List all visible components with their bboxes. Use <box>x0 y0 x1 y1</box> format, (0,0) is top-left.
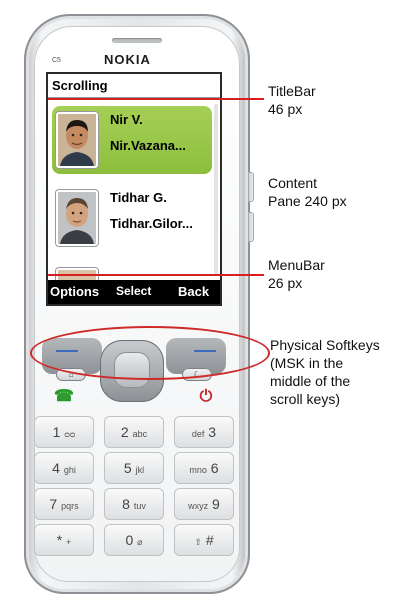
screen-title: Scrolling <box>52 78 108 93</box>
menubar-annotation-line <box>48 274 264 276</box>
contact-email: Tidhar.Gilor... <box>110 216 193 231</box>
key-1[interactable]: 1 ᴑᴑ <box>34 416 94 448</box>
scrollbar[interactable] <box>214 104 218 274</box>
key-hash[interactable]: ⇧ # <box>174 524 234 556</box>
title-bar: Scrolling <box>48 74 220 98</box>
key-7[interactable]: 7 pqrs <box>34 488 94 520</box>
side-key[interactable] <box>248 212 254 242</box>
key-8[interactable]: 8 tuv <box>104 488 164 520</box>
end-call-key[interactable]: ⏻ <box>188 386 224 408</box>
contact-email: Nir.Vazana... <box>110 138 186 153</box>
key-2[interactable]: 2 abc <box>104 416 164 448</box>
menu-bar: Options Select Back <box>48 280 220 304</box>
brand-logo: NOKIA <box>104 52 151 67</box>
softkeys-annotation: Physical Softkeys (MSK in the middle of … <box>270 337 380 407</box>
key-star[interactable]: * + <box>34 524 94 556</box>
avatar <box>56 190 98 246</box>
key-0[interactable]: 0 ⌀ <box>104 524 164 556</box>
contact-name: Nir V. <box>110 112 143 127</box>
contact-name: Tidhar G. <box>110 190 167 205</box>
call-key[interactable]: ☎ <box>46 386 82 408</box>
key-6[interactable]: mno 6 <box>174 452 234 484</box>
key-5[interactable]: 5 jkl <box>104 452 164 484</box>
volume-key[interactable] <box>248 172 254 202</box>
earpiece-speaker <box>112 38 162 43</box>
softkeys-highlight-ellipse <box>30 326 270 380</box>
key-9[interactable]: wxyz 9 <box>174 488 234 520</box>
end-call-icon: ⏻ <box>199 388 213 405</box>
call-icon: ☎ <box>54 388 74 405</box>
model-label: C5 <box>52 57 61 64</box>
key-4[interactable]: 4 ghi <box>34 452 94 484</box>
contact-list-item[interactable]: Tidhar G. Tidhar.Gilor... <box>52 184 212 252</box>
content-annotation: Content Pane 240 px <box>268 175 347 209</box>
softkey-back[interactable]: Back <box>178 284 209 299</box>
softkey-options[interactable]: Options <box>50 284 99 299</box>
content-pane[interactable]: Nir V. Nir.Vazana... Tidhar G. Tidhar.Gi… <box>48 98 220 280</box>
titlebar-annotation: TitleBar 46 px <box>268 83 316 117</box>
contact-list-item[interactable]: Nir V. Nir.Vazana... <box>52 106 212 174</box>
contact-list-item-partial[interactable] <box>52 262 212 280</box>
softkey-select[interactable]: Select <box>116 284 151 298</box>
avatar <box>56 112 98 168</box>
key-3[interactable]: def 3 <box>174 416 234 448</box>
menubar-annotation: MenuBar 26 px <box>268 257 325 291</box>
phone-screen: Scrolling Nir V. Nir.Vazana... Tidhar G.… <box>48 74 220 304</box>
titlebar-annotation-line <box>48 98 264 100</box>
